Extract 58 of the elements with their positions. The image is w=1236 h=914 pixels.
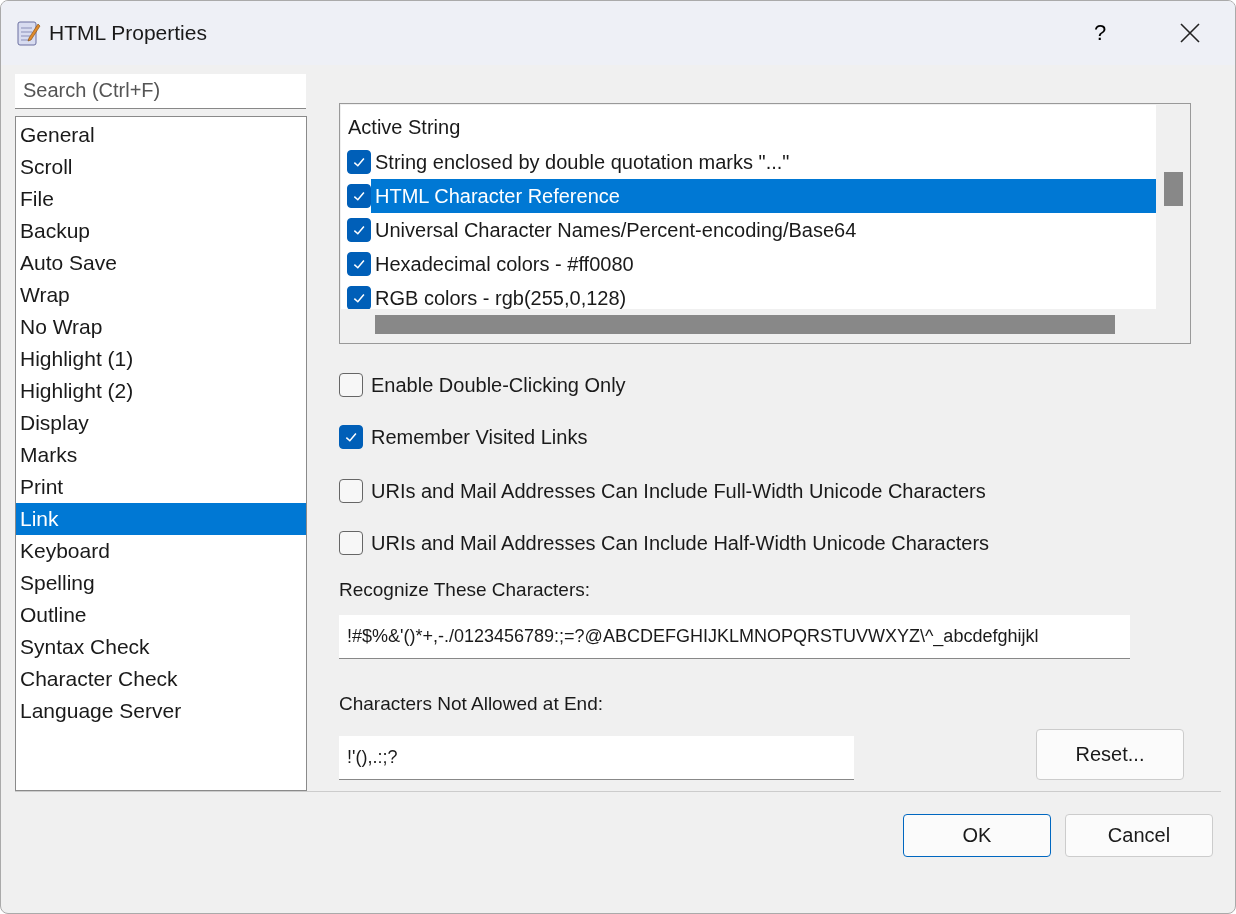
check-icon	[352, 189, 366, 203]
category-item[interactable]: Highlight (1)	[16, 342, 306, 375]
category-item[interactable]: Display	[16, 406, 306, 439]
ok-button[interactable]: OK	[903, 814, 1051, 857]
search-field[interactable]: Search (Ctrl+F)	[15, 74, 306, 109]
category-item[interactable]: Wrap	[16, 278, 306, 311]
checkbox[interactable]	[347, 286, 371, 309]
category-item[interactable]: Print	[16, 470, 306, 503]
scrollbar-thumb[interactable]	[375, 315, 1115, 334]
category-item[interactable]: File	[16, 182, 306, 215]
category-item[interactable]: Marks	[16, 438, 306, 471]
checkbox[interactable]	[339, 479, 363, 503]
checkbox[interactable]	[347, 218, 371, 242]
close-icon	[1179, 22, 1201, 44]
reset-button[interactable]: Reset...	[1036, 729, 1184, 780]
category-item[interactable]: Backup	[16, 214, 306, 247]
checkbox[interactable]	[347, 150, 371, 174]
list-item[interactable]: Hexadecimal colors - #ff0080	[371, 247, 1156, 281]
checkbox-label: Enable Double-Clicking Only	[371, 373, 626, 397]
text-field[interactable]: !#$%&'()*+,-./0123456789:;=?@ABCDEFGHIJKLMNOPQRSTUVWXYZ\^_abcdefghijkl	[339, 615, 1130, 659]
notepad-icon	[17, 20, 41, 46]
text-field[interactable]: !'(),.:;?	[339, 736, 854, 780]
check-icon	[352, 257, 366, 271]
category-item[interactable]: Link	[16, 502, 306, 535]
list-header: Active String	[347, 115, 462, 140]
checkbox-label: Remember Visited Links	[371, 425, 588, 449]
category-item[interactable]: Spelling	[16, 566, 306, 599]
checkbox[interactable]	[347, 252, 371, 276]
checkbox-label: URIs and Mail Addresses Can Include Half-Width Unicode Characters	[371, 531, 990, 555]
window-title: HTML Properties	[49, 21, 208, 45]
category-item[interactable]: Syntax Check	[16, 630, 306, 663]
field-label: Characters Not Allowed at End:	[339, 693, 605, 715]
list-item[interactable]: HTML Character Reference	[371, 179, 1156, 213]
check-icon	[352, 291, 366, 305]
scrollbar-thumb[interactable]	[1164, 172, 1183, 206]
category-item[interactable]: No Wrap	[16, 310, 306, 343]
list-item[interactable]: RGB colors - rgb(255,0,128)	[371, 281, 1156, 309]
checkbox[interactable]	[347, 184, 371, 208]
category-item[interactable]: Scroll	[16, 150, 306, 183]
help-button[interactable]: ?	[1065, 13, 1135, 53]
category-item[interactable]: Keyboard	[16, 534, 306, 567]
category-item[interactable]: Auto Save	[16, 246, 306, 279]
category-item[interactable]: Outline	[16, 598, 306, 631]
check-icon	[352, 155, 366, 169]
list-item[interactable]: Universal Character Names/Percent-encoding/Base64	[371, 213, 1156, 247]
category-item[interactable]: General	[16, 118, 306, 151]
category-item[interactable]: Highlight (2)	[16, 374, 306, 407]
checkbox[interactable]	[339, 373, 363, 397]
checkbox-label: URIs and Mail Addresses Can Include Full-Width Unicode Characters	[371, 479, 986, 503]
category-item[interactable]: Language Server	[16, 694, 306, 727]
check-icon	[344, 430, 358, 444]
cancel-button[interactable]: Cancel	[1065, 814, 1213, 857]
checkbox[interactable]	[339, 425, 363, 449]
field-label: Recognize These Characters:	[339, 579, 591, 601]
category-item[interactable]: Character Check	[16, 662, 306, 695]
list-item[interactable]: String enclosed by double quotation marks "..."	[371, 145, 1156, 179]
check-icon	[352, 223, 366, 237]
checkbox[interactable]	[339, 531, 363, 555]
